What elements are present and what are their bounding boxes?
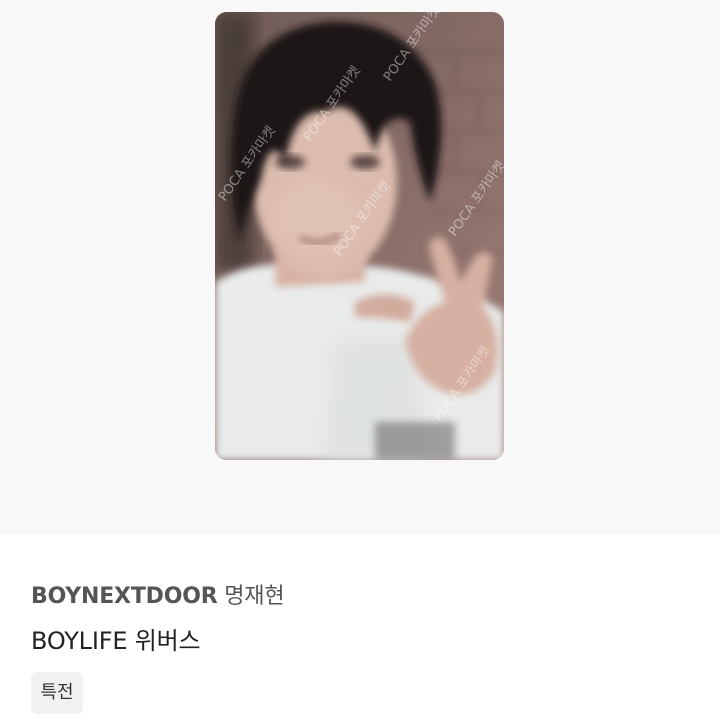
photocard-illustration: POCA 포카마켓 POCA 포카마켓 POCA 포카마켓 POCA 포카마켓 …	[215, 12, 504, 460]
album-name: BOYLIFE	[31, 627, 128, 655]
photocard-image[interactable]: POCA 포카마켓 POCA 포카마켓 POCA 포카마켓 POCA 포카마켓 …	[215, 12, 504, 460]
product-artist-line: BOYNEXTDOOR 명재현	[31, 578, 285, 610]
product-title-line: BOYLIFE 위버스	[31, 621, 201, 656]
artist-name: BOYNEXTDOOR	[31, 584, 218, 609]
product-info: BOYNEXTDOOR 명재현 BOYLIFE 위버스 특전	[0, 535, 720, 720]
member-name: 명재현	[224, 584, 285, 609]
benefit-tag[interactable]: 특전	[31, 672, 83, 714]
product-image-area: POCA 포카마켓 POCA 포카마켓 POCA 포카마켓 POCA 포카마켓 …	[0, 0, 720, 535]
product-detail-page: POCA 포카마켓 POCA 포카마켓 POCA 포카마켓 POCA 포카마켓 …	[0, 0, 720, 720]
store-name: 위버스	[134, 627, 201, 655]
